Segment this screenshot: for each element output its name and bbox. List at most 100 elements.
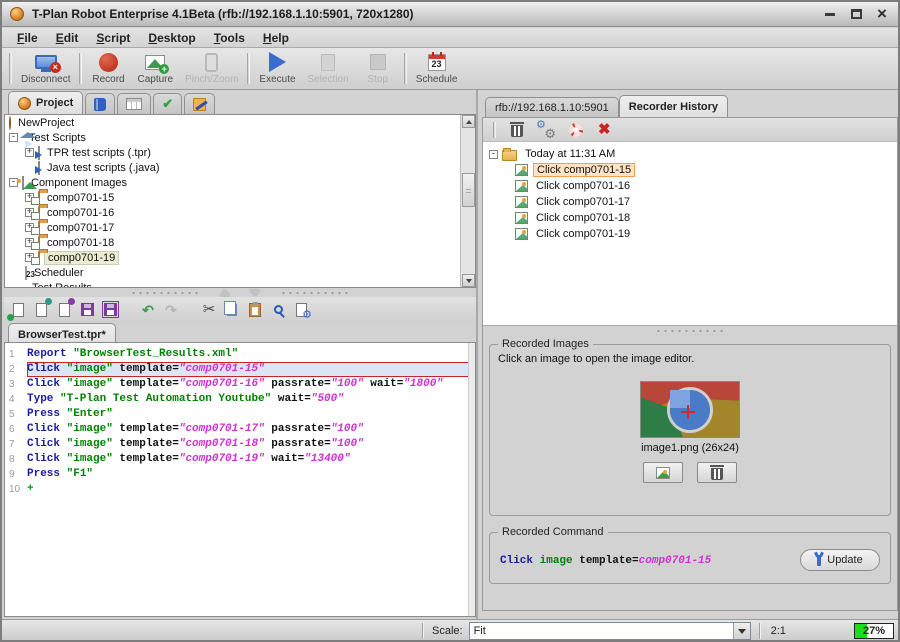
maximize-button[interactable] <box>848 7 864 21</box>
history-root[interactable]: - Today at 11:31 AM <box>489 146 897 162</box>
status-separator <box>422 623 424 639</box>
tree-item-test-scripts[interactable]: - Test Scripts <box>5 130 475 145</box>
tree-item-comp0701-15[interactable]: + comp0701-15 <box>5 190 475 205</box>
editor-scrollbar[interactable] <box>468 343 475 616</box>
expand-expander[interactable]: + <box>25 148 34 157</box>
tree-item-comp0701-18[interactable]: + comp0701-18 <box>5 235 475 250</box>
tree-item-scheduler[interactable]: 23 Scheduler <box>5 265 475 280</box>
script-file-icon <box>38 146 40 160</box>
horizontal-splitter[interactable] <box>4 288 476 297</box>
search-magnifier-icon <box>274 305 283 314</box>
lifesaver-icon[interactable] <box>569 123 583 137</box>
tree-item-comp0701-17[interactable]: + comp0701-17 <box>5 220 475 235</box>
code-editor[interactable]: 1Report "BrowserTest_Results.xml" 2Click… <box>4 342 476 617</box>
menu-desktop[interactable]: Desktop <box>139 29 204 47</box>
history-item-comp0701-16[interactable]: Click comp0701-16 <box>489 178 897 194</box>
gears-icon[interactable]: ⚙⚙ <box>538 122 554 138</box>
save-all-button[interactable] <box>102 301 118 318</box>
trash-icon[interactable] <box>511 125 523 137</box>
record-circle-icon <box>99 53 118 72</box>
paste-button[interactable] <box>247 301 263 318</box>
image-folder-icon <box>38 221 40 235</box>
project-ball-icon <box>9 116 11 130</box>
code-line[interactable]: 3Click "image" template="comp0701-16" pa… <box>5 377 475 392</box>
history-item-comp0701-15[interactable]: Click comp0701-15 <box>489 162 897 178</box>
tree-item-comp0701-19[interactable]: + comp0701-19 <box>5 250 475 265</box>
recent-script-button[interactable] <box>56 301 72 318</box>
copy-button[interactable] <box>224 301 240 318</box>
close-button[interactable]: × <box>874 7 890 21</box>
scale-label: Scale: <box>432 625 463 637</box>
save-button[interactable] <box>79 301 95 318</box>
collapse-down-icon[interactable] <box>250 290 260 296</box>
code-line-highlighted[interactable]: 2Click "image" template="comp0701-15" <box>5 362 475 377</box>
progress-label: 27% <box>855 624 893 638</box>
menu-help[interactable]: Help <box>254 29 298 47</box>
code-line[interactable]: 4Type "T-Plan Test Automation Youtube" w… <box>5 392 475 407</box>
update-button[interactable]: Update <box>800 549 880 571</box>
undo-button[interactable]: ↶ <box>140 301 156 318</box>
horizontal-splitter[interactable] <box>483 326 897 335</box>
recorded-image-thumbnail[interactable] <box>640 381 740 438</box>
scale-combobox[interactable]: Fit <box>469 622 751 640</box>
collapse-up-icon[interactable] <box>220 290 230 296</box>
capture-button[interactable]: + Capture <box>131 50 179 87</box>
history-item-comp0701-17[interactable]: Click comp0701-17 <box>489 194 897 210</box>
delete-image-button[interactable] <box>697 462 737 483</box>
code-line[interactable]: 1Report "BrowserTest_Results.xml" <box>5 347 475 362</box>
open-image-button[interactable] <box>643 462 683 483</box>
disconnect-button[interactable]: × Disconnect <box>15 50 76 87</box>
scroll-down-button[interactable] <box>462 274 475 287</box>
tab-project[interactable]: Project <box>8 91 83 114</box>
chevron-down-icon[interactable] <box>733 623 750 639</box>
code-line[interactable]: 5Press "Enter" <box>5 407 475 422</box>
script-properties-button[interactable]: ⚙ <box>293 301 309 318</box>
image-folder-icon <box>38 251 40 265</box>
wrench-icon <box>817 555 821 566</box>
code-line[interactable]: 7Click "image" template="comp0701-18" pa… <box>5 437 475 452</box>
tree-item-tpr-scripts[interactable]: + TPR test scripts (.tpr) <box>5 145 475 160</box>
menu-script[interactable]: Script <box>87 29 139 47</box>
code-line[interactable]: 8Click "image" template="comp0701-19" wa… <box>5 452 475 467</box>
image-folder-icon <box>38 236 40 250</box>
cut-button[interactable]: ✂ <box>201 301 217 318</box>
scroll-up-button[interactable] <box>462 115 475 128</box>
schedule-button[interactable]: 23 Schedule <box>410 50 464 87</box>
minimize-button[interactable] <box>822 7 838 21</box>
tab-check[interactable]: ✔ <box>153 93 182 114</box>
toolbar-separator <box>247 53 250 84</box>
code-line[interactable]: 9Press "F1" <box>5 467 475 482</box>
collapse-expander[interactable]: - <box>489 150 498 159</box>
tree-item-java-scripts[interactable]: Java test scripts (.java) <box>5 160 475 175</box>
scroll-thumb[interactable] <box>462 173 475 207</box>
record-button[interactable]: Record <box>85 50 131 87</box>
tree-item-component-images[interactable]: - Component Images <box>5 175 475 190</box>
tree-item-comp0701-16[interactable]: + comp0701-16 <box>5 205 475 220</box>
tree-item-newproject[interactable]: NewProject <box>5 115 475 130</box>
collapse-expander[interactable]: - <box>9 133 18 142</box>
execute-button[interactable]: Execute <box>253 50 301 87</box>
new-script-button[interactable] <box>10 301 26 318</box>
tree-item-test-results[interactable]: Test Results <box>5 280 475 288</box>
open-script-button[interactable] <box>33 301 49 318</box>
tab-edit-pen[interactable] <box>184 93 215 114</box>
edit-pen-icon <box>193 98 206 111</box>
tab-results-notebook[interactable] <box>85 93 115 114</box>
menu-file[interactable]: File <box>8 29 47 47</box>
menu-edit[interactable]: Edit <box>47 29 88 47</box>
find-button[interactable] <box>270 301 286 318</box>
click-crosshair-icon <box>681 405 695 419</box>
history-item-comp0701-19[interactable]: Click comp0701-19 <box>489 226 897 242</box>
window-title: T-Plan Robot Enterprise 4.1Beta (rfb://1… <box>32 7 414 21</box>
project-tree-scrollbar[interactable] <box>460 115 475 287</box>
tab-table[interactable] <box>117 93 151 114</box>
delete-x-icon[interactable]: ✖ <box>598 122 611 137</box>
history-item-comp0701-18[interactable]: Click comp0701-18 <box>489 210 897 226</box>
menu-tools[interactable]: Tools <box>205 29 254 47</box>
tab-rfb-viewer[interactable]: rfb://192.168.1.10:5901 <box>485 97 619 118</box>
tab-recorder-history[interactable]: Recorder History <box>619 95 728 118</box>
code-line[interactable]: 6Click "image" template="comp0701-17" pa… <box>5 422 475 437</box>
app-window: T-Plan Robot Enterprise 4.1Beta (rfb://1… <box>0 0 900 642</box>
toolbar-separator <box>493 122 496 138</box>
code-line[interactable]: 10+ <box>5 482 475 497</box>
